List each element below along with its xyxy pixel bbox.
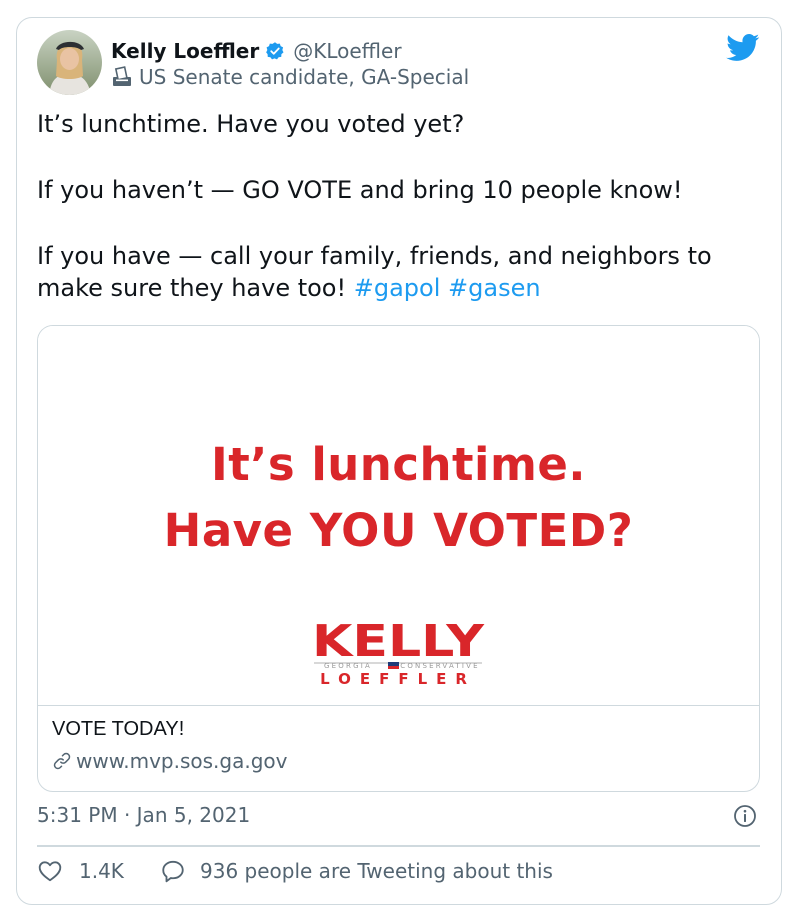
link-icon — [52, 751, 72, 771]
avatar[interactable] — [37, 30, 102, 95]
tweet-line-1: It’s lunchtime. Have you voted yet? — [37, 110, 465, 138]
link-card[interactable]: It’s lunchtime. Have YOU VOTED? KELLY GE… — [37, 325, 760, 792]
info-icon[interactable] — [733, 804, 757, 828]
card-image-headline-2: Have YOU VOTED? — [163, 504, 634, 557]
speech-bubble-icon[interactable] — [160, 858, 186, 884]
card-url[interactable]: www.mvp.sos.ga.gov — [52, 749, 287, 773]
card-image-headline-1: It’s lunchtime. — [211, 438, 586, 491]
logo-tagline-left: GEORGIA — [324, 662, 372, 670]
tweet-timestamp[interactable]: 5:31 PM · Jan 5, 2021 — [37, 803, 250, 827]
logo-name: KELLY — [312, 622, 485, 667]
card-title[interactable]: VOTE TODAY! — [52, 718, 287, 741]
card-meta[interactable]: VOTE TODAY! www.mvp.sos.ga.gov — [52, 718, 287, 773]
like-count[interactable]: 1.4K — [79, 859, 124, 883]
like-button[interactable]: 1.4K — [37, 858, 124, 884]
handle[interactable]: @KLoeffler — [293, 39, 401, 63]
campaign-logo: KELLY GEORGIA CONSERVATIVE LOEFFLER — [308, 616, 488, 692]
tweeting-about-link[interactable]: 936 people are Tweeting about this — [160, 858, 553, 884]
twitter-bird-icon[interactable] — [726, 34, 760, 62]
tweet-line-2: If you haven’t — GO VOTE and bring 10 pe… — [37, 176, 683, 204]
logo-surname: LOEFFLER — [320, 670, 476, 688]
verified-badge-icon — [265, 41, 285, 61]
hashtag-gapol[interactable]: #gapol — [354, 274, 441, 302]
tweeting-about-text[interactable]: 936 people are Tweeting about this — [200, 859, 553, 883]
logo-tagline-right: CONSERVATIVE — [400, 662, 480, 670]
display-name[interactable]: Kelly Loeffler — [111, 39, 259, 63]
heart-icon[interactable] — [37, 858, 63, 884]
account-label: US Senate candidate, GA-Special — [139, 65, 470, 89]
tweet-line-3: If you have — call your family, friends,… — [37, 240, 767, 304]
divider — [37, 845, 760, 847]
card-url-text[interactable]: www.mvp.sos.ga.gov — [76, 749, 287, 773]
hashtag-gasen[interactable]: #gasen — [448, 274, 541, 302]
ballot-box-icon — [111, 66, 133, 88]
card-image[interactable]: It’s lunchtime. Have YOU VOTED? KELLY GE… — [38, 326, 759, 706]
tweet-text: It’s lunchtime. Have you voted yet? If y… — [37, 108, 767, 304]
